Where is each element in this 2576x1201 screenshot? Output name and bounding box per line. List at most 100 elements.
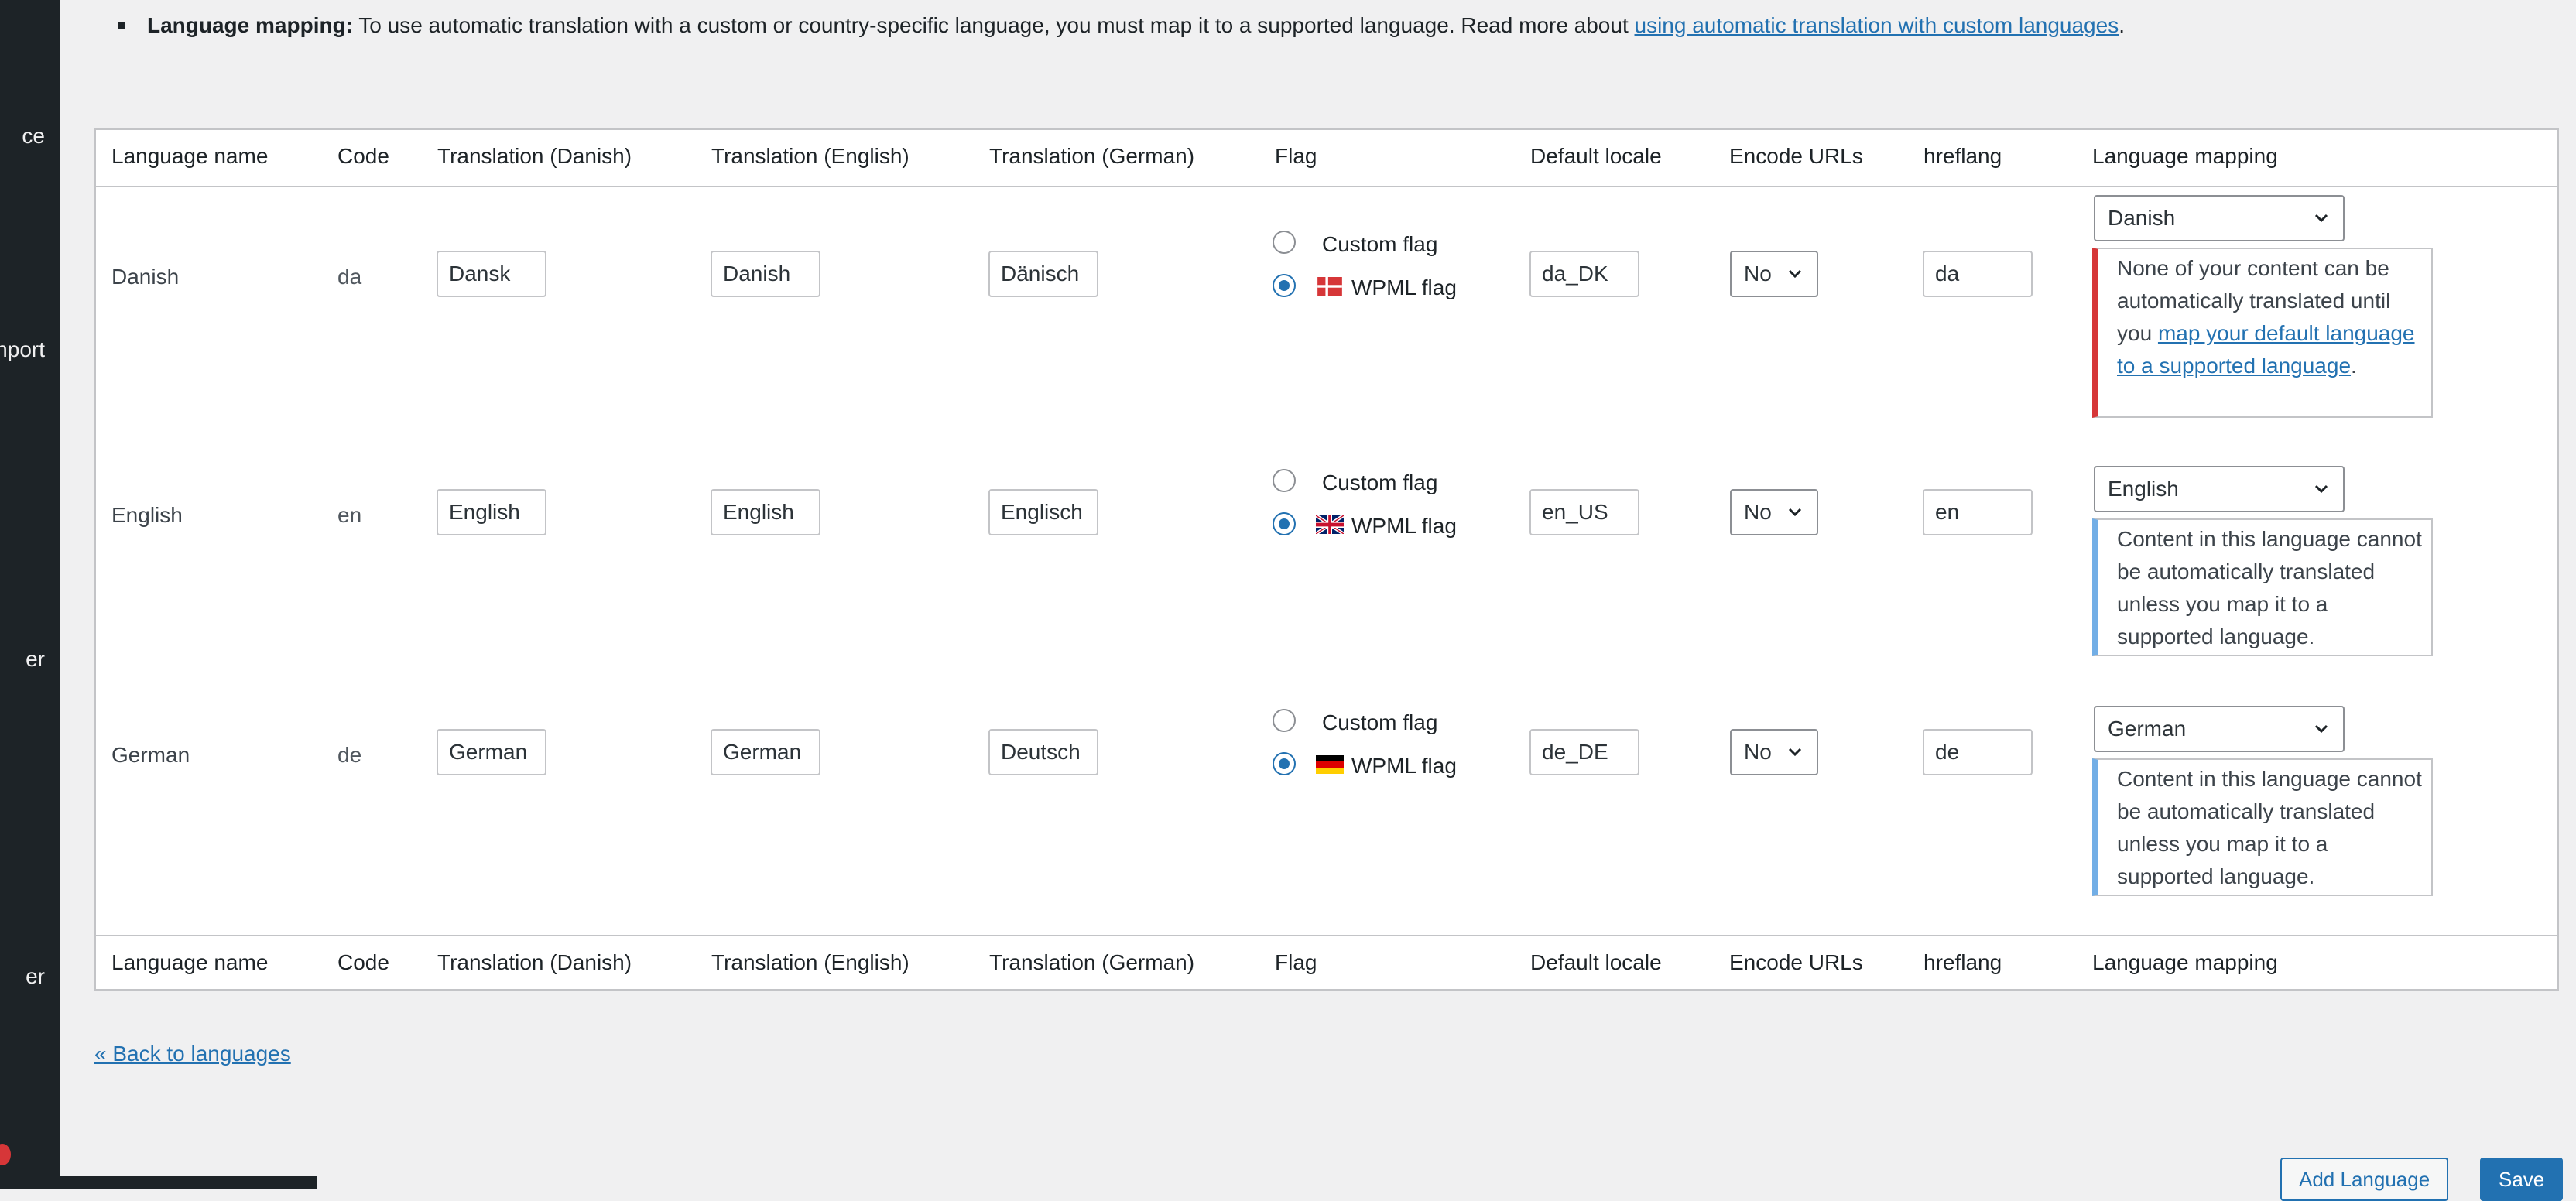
wpml-flag-label: WPML flag [1351, 275, 1457, 299]
sidebar-item-label[interactable]: nport [0, 337, 45, 362]
sidebar-item-label[interactable]: ce [22, 124, 45, 149]
chevron-down-icon [1788, 748, 1802, 757]
table-header: Language name Code Translation (Danish) … [96, 130, 2557, 187]
chevron-down-icon [1788, 269, 1802, 279]
note-title: Language mapping: [147, 13, 353, 37]
translation-danish-input[interactable]: Dansk [437, 251, 546, 297]
custom-flag-radio[interactable] [1273, 709, 1296, 732]
chevron-down-icon [2314, 484, 2328, 494]
translation-english-input[interactable]: English [711, 489, 820, 535]
col-translation-danish: Translation (Danish) [437, 950, 632, 974]
col-encode-urls: Encode URLs [1729, 144, 1863, 168]
col-default-locale: Default locale [1530, 144, 1662, 168]
chevron-down-icon [2314, 724, 2328, 734]
language-mapping-value: English [2108, 477, 2179, 501]
language-code: en [337, 503, 362, 527]
custom-flag-label: Custom flag [1322, 232, 1438, 256]
translation-german-input[interactable]: Deutsch [988, 729, 1098, 775]
col-language-mapping: Language mapping [2092, 950, 2278, 974]
default-locale-input[interactable]: da_DK [1530, 251, 1639, 297]
map-default-language-link[interactable]: map your default language to a supported… [2117, 321, 2415, 378]
language-code: de [337, 743, 362, 767]
bullet-icon [118, 22, 125, 29]
wpml-flag-radio[interactable] [1273, 512, 1296, 535]
col-code: Code [337, 144, 389, 168]
language-mapping-value: Danish [2108, 206, 2176, 230]
col-translation-danish: Translation (Danish) [437, 144, 632, 168]
wpml-flag-radio[interactable] [1273, 752, 1296, 775]
wpml-flag-radio[interactable] [1273, 274, 1296, 297]
col-hreflang: hreflang [1923, 144, 2002, 168]
col-translation-english: Translation (English) [711, 950, 909, 974]
admin-sidebar: ce nport er er [0, 0, 60, 1189]
language-name: English [111, 503, 183, 527]
chevron-down-icon [2314, 214, 2328, 223]
bottom-bar [60, 1176, 317, 1189]
translation-english-input[interactable]: Danish [711, 251, 820, 297]
encode-urls-select[interactable]: No [1730, 251, 1818, 297]
hreflang-input[interactable]: de [1923, 729, 2033, 775]
language-name: Danish [111, 265, 180, 289]
wpml-flag-label: WPML flag [1351, 754, 1457, 778]
hreflang-input[interactable]: en [1923, 489, 2033, 535]
table-row: German de German German Deutsch Custom f… [96, 664, 2557, 902]
languages-table: Language name Code Translation (Danish) … [94, 128, 2559, 991]
danish-flag-icon [1317, 277, 1342, 296]
add-language-button[interactable]: Add Language [2280, 1158, 2449, 1201]
translation-german-input[interactable]: Englisch [988, 489, 1098, 535]
back-to-languages-link[interactable]: « Back to languages [94, 1042, 291, 1066]
language-mapping-select[interactable]: English [2094, 466, 2345, 512]
translation-danish-input[interactable]: German [437, 729, 546, 775]
chevron-down-icon [1788, 508, 1802, 517]
col-translation-english: Translation (English) [711, 144, 909, 168]
language-mapping-value: German [2108, 717, 2187, 741]
translation-german-input[interactable]: Dänisch [988, 251, 1098, 297]
col-language-name: Language name [111, 950, 269, 974]
col-flag: Flag [1275, 950, 1317, 974]
translation-danish-input[interactable]: English [437, 489, 546, 535]
custom-flag-label: Custom flag [1322, 470, 1438, 494]
custom-flag-label: Custom flag [1322, 710, 1438, 734]
mapping-info-notice: Content in this language cannot be autom… [2092, 758, 2433, 896]
col-language-mapping: Language mapping [2092, 144, 2278, 168]
col-encode-urls: Encode URLs [1729, 950, 1863, 974]
table-footer: Language name Code Translation (Danish) … [96, 935, 2557, 992]
mapping-error-notice: None of your content can be automaticall… [2092, 248, 2433, 418]
language-mapping-select[interactable]: Danish [2094, 195, 2345, 241]
hreflang-input[interactable]: da [1923, 251, 2033, 297]
col-language-name: Language name [111, 144, 269, 168]
language-mapping-note: Language mapping: To use automatic trans… [147, 9, 2125, 42]
note-link[interactable]: using automatic translation with custom … [1635, 13, 2119, 37]
default-locale-input[interactable]: de_DE [1530, 729, 1639, 775]
wpml-flag-label: WPML flag [1351, 514, 1457, 538]
col-flag: Flag [1275, 144, 1317, 168]
notification-badge [0, 1144, 11, 1165]
col-hreflang: hreflang [1923, 950, 2002, 974]
translation-english-input[interactable]: German [711, 729, 820, 775]
table-row: English en English English Englisch Cust… [96, 424, 2557, 662]
note-end: . [2119, 13, 2125, 37]
col-translation-german: Translation (German) [989, 950, 1195, 974]
german-flag-icon [1316, 755, 1344, 774]
encode-urls-value: No [1744, 500, 1772, 524]
save-button[interactable]: Save [2480, 1158, 2564, 1201]
language-name: German [111, 743, 190, 767]
notice-end: . [2351, 354, 2357, 378]
language-code: da [337, 265, 362, 289]
uk-flag-icon [1316, 515, 1344, 534]
default-locale-input[interactable]: en_US [1530, 489, 1639, 535]
table-row: Danish da Dansk Danish Dänisch Custom fl… [96, 186, 2557, 424]
encode-urls-select[interactable]: No [1730, 729, 1818, 775]
note-text: To use automatic translation with a cust… [353, 13, 1635, 37]
sidebar-item-label[interactable]: er [26, 647, 45, 672]
encode-urls-select[interactable]: No [1730, 489, 1818, 535]
col-default-locale: Default locale [1530, 950, 1662, 974]
language-mapping-select[interactable]: German [2094, 706, 2345, 752]
col-translation-german: Translation (German) [989, 144, 1195, 168]
custom-flag-radio[interactable] [1273, 231, 1296, 254]
encode-urls-value: No [1744, 262, 1772, 286]
mapping-info-notice: Content in this language cannot be autom… [2092, 518, 2433, 656]
encode-urls-value: No [1744, 740, 1772, 764]
sidebar-item-label[interactable]: er [26, 964, 45, 989]
custom-flag-radio[interactable] [1273, 469, 1296, 492]
